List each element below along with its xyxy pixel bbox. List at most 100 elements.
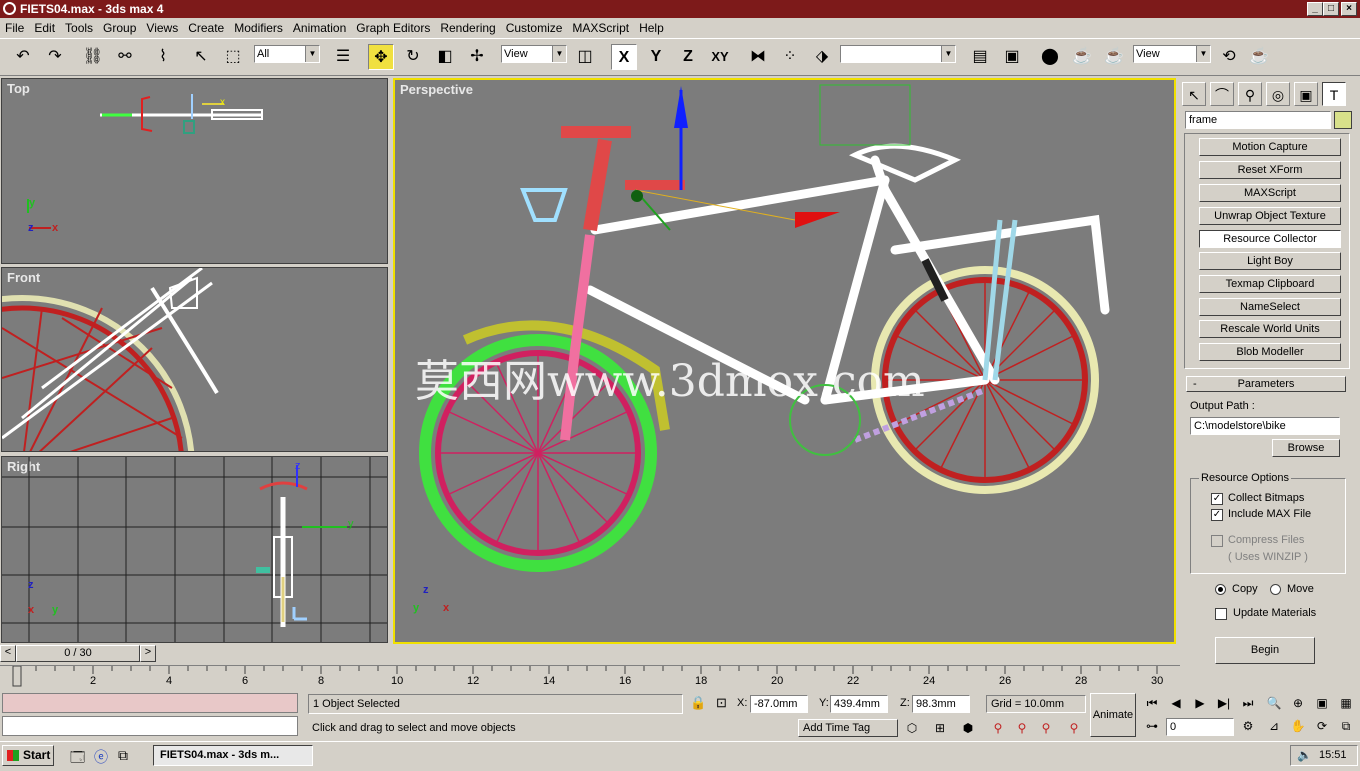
menu-modifiers[interactable]: Modifiers <box>229 21 288 35</box>
zoom-extents-icon[interactable]: ▣ <box>1312 693 1332 713</box>
animate-button[interactable]: Animate <box>1090 693 1136 737</box>
task-button-3dsmax[interactable]: FIETS04.max - 3ds m... <box>153 745 313 766</box>
min-max-toggle-icon[interactable]: ⧉ <box>1336 716 1356 736</box>
show-desktop-icon[interactable]: 🗔 <box>70 747 85 771</box>
prev-frame-button[interactable]: < <box>0 645 16 662</box>
utility-resource-collector-button[interactable]: Resource Collector <box>1199 230 1341 248</box>
manipulate-icon[interactable]: ✢ <box>464 44 490 70</box>
window-crossing-icon[interactable]: ⚲ <box>1064 718 1084 738</box>
menu-tools[interactable]: Tools <box>60 21 98 35</box>
angle-snap-icon[interactable]: ⬢ <box>958 718 978 738</box>
render-type-dropdown[interactable]: View ▼ <box>1133 45 1211 63</box>
quick-render-icon[interactable]: ☕ <box>1101 44 1127 70</box>
track-view-icon[interactable]: ▤ <box>967 44 993 70</box>
zoom-icon[interactable]: 🔍 <box>1264 693 1284 713</box>
region-select-icon[interactable]: ⬚ <box>220 44 246 70</box>
link-icon[interactable]: ⛓ <box>80 44 106 70</box>
quicklaunch-icon[interactable]: ⧉ <box>118 747 128 764</box>
render-scene-icon[interactable]: ☕ <box>1069 44 1095 70</box>
ref-coord-dropdown[interactable]: View ▼ <box>501 45 567 63</box>
hierarchy-tab-icon[interactable]: ⚲ <box>1238 82 1262 106</box>
pan-icon[interactable]: ✋ <box>1288 716 1308 736</box>
select-move-icon[interactable]: ✥ <box>368 44 394 70</box>
restrict-xy-button[interactable]: XY <box>707 44 733 70</box>
schematic-view-icon[interactable]: ▣ <box>999 44 1025 70</box>
maxscript-listener-mini[interactable] <box>2 693 298 713</box>
play-icon[interactable]: ▶ <box>1190 693 1210 713</box>
degradation-override-icon[interactable]: ⬡ <box>902 718 922 738</box>
unlink-icon[interactable]: ⚯ <box>112 44 138 70</box>
bind-space-warp-icon[interactable]: ⌇ <box>150 44 176 70</box>
utility-reset-xform-button[interactable]: Reset XForm <box>1199 161 1341 179</box>
menu-maxscript[interactable]: MAXScript <box>567 21 634 35</box>
snap-toggle-icon[interactable]: ⊞ <box>930 718 950 738</box>
prev-key-icon[interactable]: ◀ <box>1166 693 1186 713</box>
zoom-all-icon[interactable]: ⊕ <box>1288 693 1308 713</box>
pivot-center-icon[interactable]: ◫ <box>572 44 598 70</box>
maximize-button[interactable]: □ <box>1323 2 1339 16</box>
named-selection-dropdown[interactable]: ▼ <box>840 45 956 63</box>
menu-animation[interactable]: Animation <box>288 21 351 35</box>
utility-nameselect-button[interactable]: NameSelect <box>1199 298 1341 316</box>
snap-options-icon[interactable]: ⚲ <box>1036 718 1056 738</box>
lock-selection-icon[interactable]: 🔒 <box>690 695 706 711</box>
browser-icon[interactable]: ⓔ <box>94 747 108 767</box>
array-icon[interactable]: ⁘ <box>777 44 803 70</box>
viewport-perspective[interactable]: Perspective 莫西网www.3dmox.com z y x <box>393 78 1176 644</box>
menu-graph-editors[interactable]: Graph Editors <box>351 21 435 35</box>
menu-group[interactable]: Group <box>98 21 141 35</box>
percent-snap-icon[interactable]: ⚲ <box>988 718 1008 738</box>
include-max-checkbox[interactable]: ✓ <box>1211 509 1223 521</box>
display-tab-icon[interactable]: ▣ <box>1294 82 1318 106</box>
minimize-button[interactable]: _ <box>1307 2 1323 16</box>
selection-filter-dropdown[interactable]: All ▼ <box>254 45 320 63</box>
redo-icon[interactable]: ↷ <box>42 44 68 70</box>
viewport-front[interactable]: Front <box>1 267 388 452</box>
motion-tab-icon[interactable]: ◎ <box>1266 82 1290 106</box>
material-editor-icon[interactable]: ⬤ <box>1037 44 1063 70</box>
restrict-x-button[interactable]: X <box>611 44 637 70</box>
fov-icon[interactable]: ⊿ <box>1264 716 1284 736</box>
menu-customize[interactable]: Customize <box>501 21 568 35</box>
object-color-swatch[interactable] <box>1334 111 1352 129</box>
viewport-top[interactable]: Top x y z x <box>1 78 388 264</box>
update-materials-checkbox[interactable] <box>1215 608 1227 620</box>
next-frame-button[interactable]: > <box>140 645 156 662</box>
utility-maxscript-button[interactable]: MAXScript <box>1199 184 1341 202</box>
spinner-snap-icon[interactable]: ⚲ <box>1012 718 1032 738</box>
compress-files-checkbox[interactable] <box>1211 535 1223 547</box>
restrict-y-button[interactable]: Y <box>643 44 669 70</box>
viewport-right[interactable]: Right y z z x y <box>1 456 388 643</box>
utility-unwrap-texture-button[interactable]: Unwrap Object Texture <box>1199 207 1341 225</box>
add-time-tag-button[interactable]: Add Time Tag <box>798 719 898 737</box>
copy-radio[interactable] <box>1215 584 1226 595</box>
volume-icon[interactable]: 🔈 <box>1297 746 1312 765</box>
time-config-icon[interactable]: ⚙ <box>1238 716 1258 736</box>
restrict-z-button[interactable]: Z <box>675 44 701 70</box>
arc-rotate-icon[interactable]: ⟳ <box>1312 716 1332 736</box>
utility-light-boy-button[interactable]: Light Boy <box>1199 252 1341 270</box>
activeshade-icon[interactable]: ☕ <box>1246 44 1272 70</box>
utility-rescale-units-button[interactable]: Rescale World Units <box>1199 320 1341 338</box>
maxscript-input[interactable] <box>2 716 298 736</box>
select-by-name-icon[interactable]: ☰ <box>330 44 356 70</box>
begin-button[interactable]: Begin <box>1215 637 1315 664</box>
utilities-tab-icon[interactable]: T <box>1322 82 1346 106</box>
output-path-field[interactable]: C:\modelstore\bike <box>1190 417 1340 435</box>
goto-start-icon[interactable]: ⏮ <box>1142 693 1162 713</box>
current-frame-field[interactable]: 0 <box>1166 718 1234 736</box>
parameters-rollout-header[interactable]: - Parameters <box>1186 376 1346 392</box>
select-scale-icon[interactable]: ◧ <box>432 44 458 70</box>
menu-rendering[interactable]: Rendering <box>435 21 500 35</box>
menu-file[interactable]: File <box>0 21 29 35</box>
key-mode-icon[interactable]: ⊶ <box>1142 716 1162 736</box>
next-key-icon[interactable]: ▶| <box>1214 693 1234 713</box>
goto-end-icon[interactable]: ⏭ <box>1238 693 1258 713</box>
align-icon[interactable]: ⬗ <box>809 44 835 70</box>
mirror-icon[interactable]: ⧓ <box>745 44 771 70</box>
app-icon[interactable] <box>3 2 16 15</box>
menu-help[interactable]: Help <box>634 21 669 35</box>
close-button[interactable]: × <box>1341 2 1357 16</box>
utility-texmap-clipboard-button[interactable]: Texmap Clipboard <box>1199 275 1341 293</box>
browse-button[interactable]: Browse <box>1272 439 1340 457</box>
